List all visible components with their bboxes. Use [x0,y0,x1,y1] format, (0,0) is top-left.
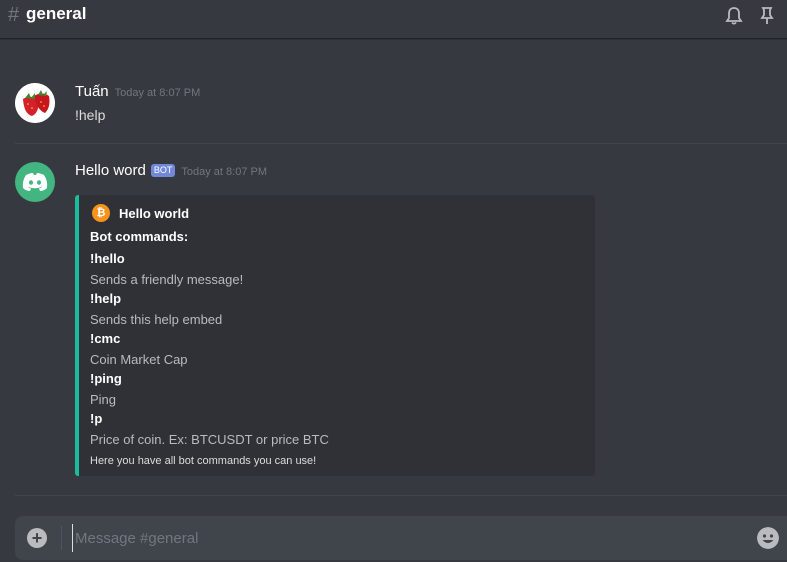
timestamp: Today at 8:07 PM [114,87,201,99]
discord-logo-avatar[interactable] [15,162,55,202]
bitcoin-icon: ₿ [92,204,110,222]
embed-field-name: !help [90,291,122,306]
message-input[interactable] [72,524,695,552]
upload-plus-icon[interactable]: + [27,528,47,548]
embed-field-name: !ping [90,371,122,386]
bell-icon[interactable] [724,6,744,26]
pin-icon[interactable] [757,6,777,26]
embed-field-value: Price of coin. Ex: BTCUSDT or price BTC [90,432,329,447]
message-divider [15,143,787,144]
bot-tag-badge: BOT [150,164,176,177]
embed-title: Bot commands: [90,229,189,244]
embed-author: ₿ Hello world [92,204,189,222]
channel-hash-icon: # [8,4,20,26]
message-content: !help [75,107,106,123]
channel-header: # general [0,0,787,39]
author-name[interactable]: Tuấn [75,83,109,100]
message-header: Hello word BOT Today at 8:07 PM [75,162,267,179]
embed-field-name: !hello [90,251,125,266]
channel-name: general [26,4,87,23]
message-composer: + [15,516,787,560]
message-header: Tuấn Today at 8:07 PM [75,83,200,100]
message-divider [15,495,787,496]
embed-field-value: Sends this help embed [90,312,223,327]
embed-field-name: !p [90,411,103,426]
embed-footer: Here you have all bot commands you can u… [90,455,317,467]
author-name[interactable]: Hello word [75,162,146,179]
composer-separator [61,526,62,550]
embed-field-value: Sends a friendly message! [90,272,244,287]
embed-author-name: Hello world [119,205,190,221]
timestamp: Today at 8:07 PM [181,166,267,178]
embed-field-value: Coin Market Cap [90,352,188,367]
strawberry-avatar[interactable] [15,83,55,123]
embed-field-name: !cmc [90,331,121,346]
emoji-icon[interactable] [757,527,779,549]
bot-embed: ₿ Hello world Bot commands: !hello Sends… [75,195,595,476]
embed-field-value: Ping [90,392,117,407]
